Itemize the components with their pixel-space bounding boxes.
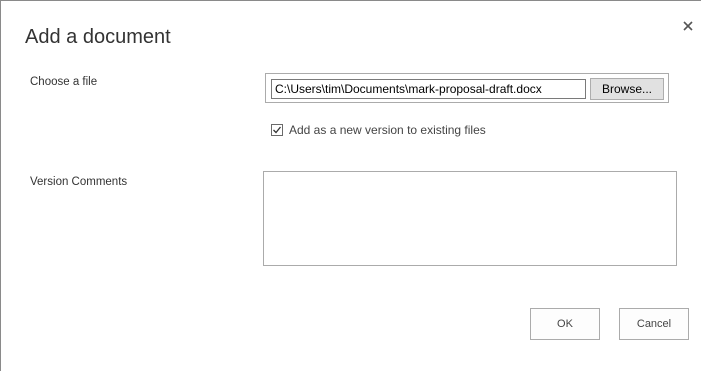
checkmark-icon <box>273 126 282 134</box>
file-path-field[interactable]: C:\Users\tim\Documents\mark-proposal-dra… <box>271 79 586 99</box>
add-as-version-label: Add as a new version to existing files <box>289 123 486 137</box>
add-document-dialog: Add a document Choose a file C:\Users\ti… <box>0 0 701 371</box>
browse-button[interactable]: Browse... <box>590 78 664 100</box>
cancel-button[interactable]: Cancel <box>619 308 689 340</box>
add-as-version-option: Add as a new version to existing files <box>271 122 486 138</box>
ok-button[interactable]: OK <box>530 308 600 340</box>
close-icon[interactable] <box>681 19 695 33</box>
choose-file-label: Choose a file <box>30 76 98 88</box>
add-as-version-checkbox[interactable] <box>271 124 283 136</box>
dialog-title: Add a document <box>25 26 171 48</box>
file-picker: C:\Users\tim\Documents\mark-proposal-dra… <box>265 73 669 103</box>
version-comments-label: Version Comments <box>30 176 128 188</box>
version-comments-textarea[interactable] <box>263 171 677 266</box>
